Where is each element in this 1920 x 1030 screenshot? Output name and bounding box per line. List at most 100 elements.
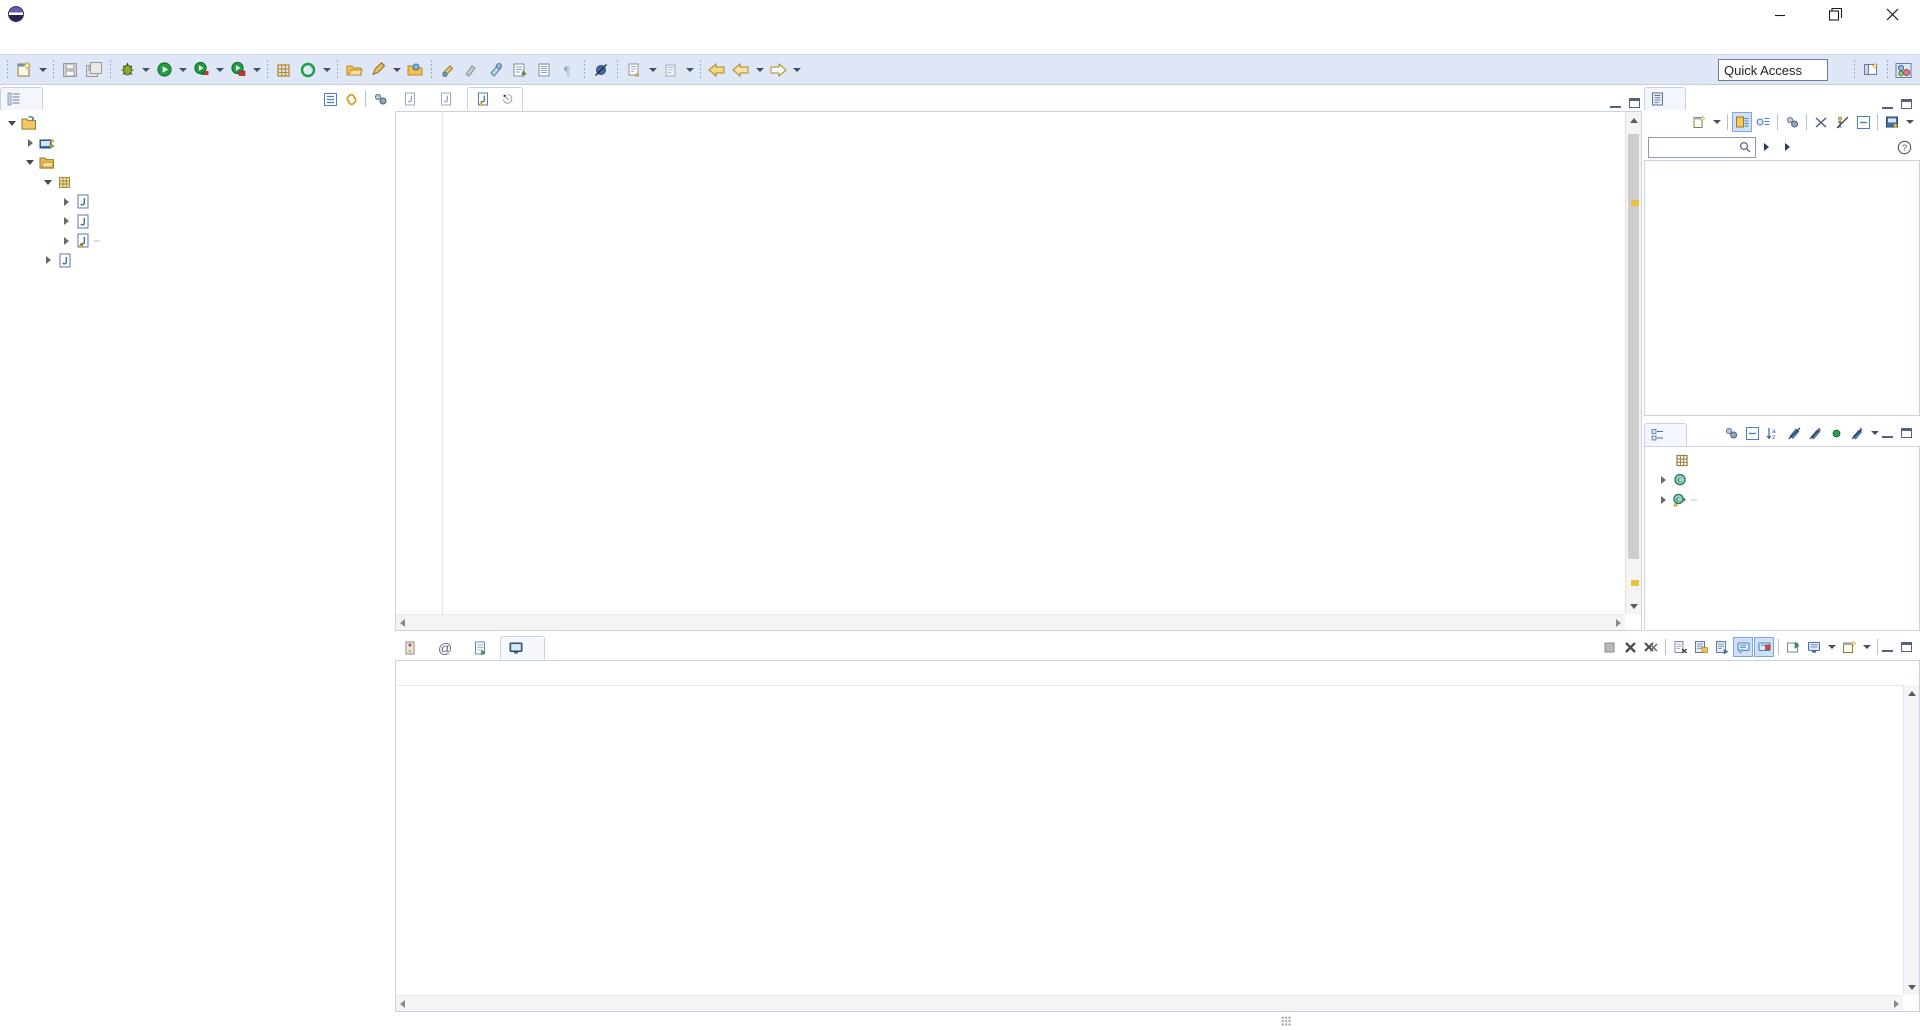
scroll-left-icon[interactable]: [400, 999, 405, 1008]
remove-launch-icon[interactable]: [1620, 637, 1640, 657]
menu-refactor[interactable]: [60, 40, 78, 44]
open-console-dropdown-icon[interactable]: [1860, 635, 1873, 659]
editor-horizontal-scrollbar[interactable]: [396, 614, 1625, 630]
back-icon[interactable]: [705, 58, 729, 82]
tab-package-explorer[interactable]: [0, 87, 43, 110]
chevron-right-icon[interactable]: [1655, 492, 1671, 508]
scroll-down-icon[interactable]: [1626, 598, 1641, 614]
back-dropdown-icon[interactable]: [753, 58, 766, 82]
debug-dropdown-icon[interactable]: [139, 58, 152, 82]
tree-item-src[interactable]: [0, 153, 393, 173]
menu-window[interactable]: [150, 40, 168, 44]
run-coverage-dropdown-icon[interactable]: [213, 58, 226, 82]
previous-annotation-icon[interactable]: [659, 58, 683, 82]
new-java-class-icon[interactable]: [508, 58, 532, 82]
menu-run[interactable]: [132, 40, 150, 44]
scroll-up-icon[interactable]: [1626, 112, 1641, 128]
new-java-package-icon[interactable]: [272, 58, 296, 82]
scroll-left-icon[interactable]: [400, 618, 405, 627]
close-icon[interactable]: [1864, 0, 1920, 29]
forward-icon[interactable]: [766, 58, 790, 82]
maximize-icon[interactable]: [1901, 428, 1912, 438]
scroll-down-icon[interactable]: [1904, 979, 1919, 995]
collapse-all-icon[interactable]: [320, 89, 340, 109]
collapse-all-icon[interactable]: [1742, 423, 1762, 443]
pilcrow-icon[interactable]: ¶: [556, 58, 580, 82]
view-menu-icon[interactable]: [1868, 421, 1881, 445]
open-type-icon[interactable]: [296, 58, 320, 82]
search-dropdown-icon[interactable]: [390, 58, 403, 82]
tab-problems[interactable]: [395, 636, 430, 660]
open-resource-icon[interactable]: [403, 58, 427, 82]
collapse-all-icon[interactable]: [1853, 112, 1873, 132]
run-icon[interactable]: [152, 58, 176, 82]
quick-access-input[interactable]: [1718, 59, 1828, 81]
tab-outline[interactable]: [1644, 423, 1687, 446]
find-input[interactable]: [1648, 136, 1756, 158]
chevron-right-icon[interactable]: [58, 194, 74, 210]
external-tools-icon[interactable]: [226, 58, 250, 82]
tab-declaration[interactable]: [465, 636, 500, 660]
pin-console-icon[interactable]: [1783, 637, 1803, 657]
maximize-icon[interactable]: [1808, 0, 1864, 29]
close-icon[interactable]: ⎋: [503, 93, 513, 105]
display-selected-console-dropdown-icon[interactable]: [1825, 635, 1838, 659]
chevron-down-icon[interactable]: [22, 155, 38, 171]
chevron-down-icon[interactable]: [4, 116, 20, 132]
focus-on-workweek-icon[interactable]: [1782, 112, 1802, 132]
open-type-dropdown-icon[interactable]: [320, 58, 333, 82]
maximize-icon[interactable]: [1901, 642, 1912, 652]
tree-item-module-info-java[interactable]: [0, 251, 393, 271]
save-all-icon[interactable]: [82, 58, 106, 82]
terminate-icon[interactable]: [1599, 637, 1619, 657]
new-wizard-icon[interactable]: [12, 58, 36, 82]
minimize-icon[interactable]: [1752, 0, 1808, 29]
external-tools-dropdown-icon[interactable]: [250, 58, 263, 82]
outline-item-test[interactable]: C: [1645, 490, 1919, 510]
synchronize-changed-icon[interactable]: [1811, 112, 1831, 132]
open-perspective-icon[interactable]: [1859, 58, 1883, 82]
minimize-icon[interactable]: [1882, 100, 1893, 109]
categorized-presentation-icon[interactable]: [1732, 112, 1752, 132]
scroll-up-icon[interactable]: [1904, 685, 1919, 701]
search-icon[interactable]: [366, 58, 390, 82]
tab-javadoc[interactable]: @: [430, 636, 465, 660]
tree-item-java3-java[interactable]: [0, 192, 393, 212]
debug-icon[interactable]: [115, 58, 139, 82]
task-repositories-icon[interactable]: [1882, 112, 1902, 132]
show-console-on-output-icon[interactable]: [1733, 637, 1753, 657]
clear-console-icon[interactable]: [1670, 637, 1690, 657]
minimize-icon[interactable]: [1610, 99, 1621, 108]
forward-dropdown-icon[interactable]: [790, 58, 803, 82]
tab-task-list[interactable]: [1644, 87, 1686, 110]
help-icon[interactable]: ?: [1897, 140, 1912, 155]
tab-console[interactable]: [500, 636, 546, 660]
console-output[interactable]: [396, 685, 1903, 995]
menu-search[interactable]: [96, 40, 114, 44]
scrollbar-thumb[interactable]: [1628, 134, 1639, 559]
console-vertical-scrollbar[interactable]: [1903, 685, 1919, 995]
chevron-right-icon[interactable]: [58, 233, 74, 249]
menu-source[interactable]: [42, 40, 60, 44]
chevron-down-icon[interactable]: [40, 174, 56, 190]
hide-local-types-icon[interactable]: t: [1847, 423, 1867, 443]
scheduled-presentation-icon[interactable]: [1753, 112, 1773, 132]
overview-marker-warning[interactable]: [1631, 200, 1639, 206]
hide-fields-icon[interactable]: [1784, 423, 1804, 443]
run-coverage-icon[interactable]: [189, 58, 213, 82]
tree-item-package-java3[interactable]: [0, 173, 393, 193]
resize-grip-icon[interactable]: [1281, 1016, 1291, 1026]
run-dropdown-icon[interactable]: [176, 58, 189, 82]
restore-tasks-icon[interactable]: [1832, 112, 1852, 132]
menu-project[interactable]: [114, 40, 132, 44]
view-menu-icon[interactable]: [1903, 110, 1916, 134]
chevron-right-icon[interactable]: [40, 252, 56, 268]
tree-item-package-info-java[interactable]: [0, 212, 393, 232]
previous-annotation-dropdown-icon[interactable]: [683, 58, 696, 82]
tree-item-java3-project[interactable]: [0, 114, 393, 134]
save-icon[interactable]: [58, 58, 82, 82]
chevron-right-icon[interactable]: [22, 135, 38, 151]
editor-vertical-scrollbar[interactable]: [1625, 112, 1641, 614]
show-console-on-error-icon[interactable]: [1754, 637, 1774, 657]
toggle-breadcrumb-icon[interactable]: [484, 58, 508, 82]
